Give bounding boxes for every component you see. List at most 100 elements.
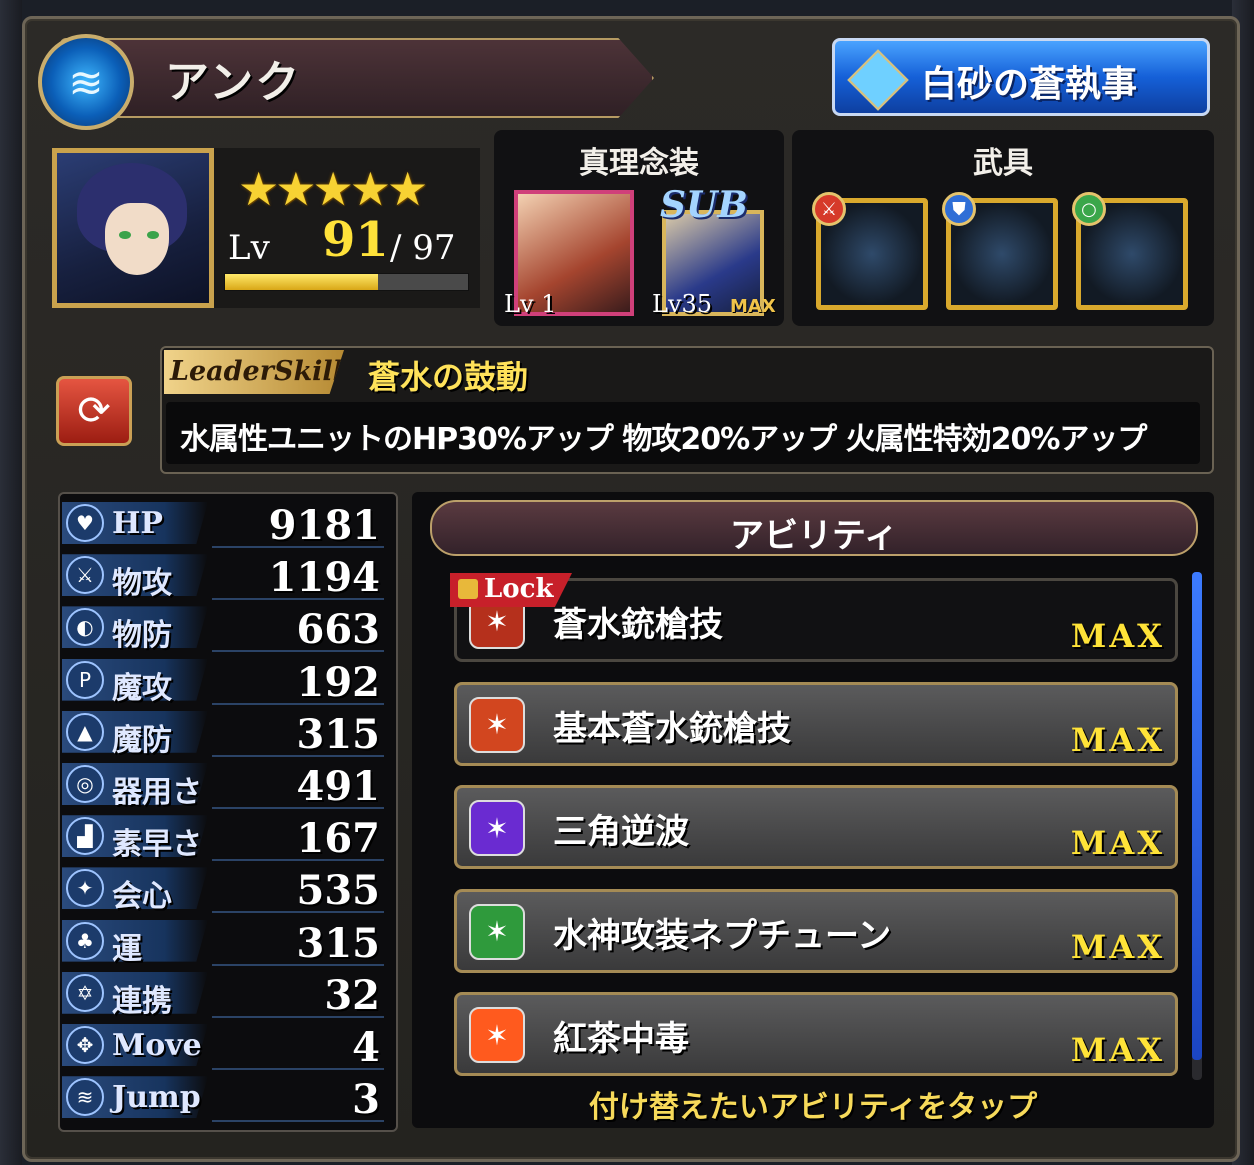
stat-label: HP — [112, 506, 163, 541]
ability-row[interactable]: ✶ 水神攻装ネプチューン MAX — [454, 888, 1178, 973]
equipment-heading: 武具 — [973, 146, 1033, 181]
stat-row: ▲ 魔防 315 — [62, 707, 388, 758]
ability-level: MAX — [1070, 617, 1165, 655]
stat-value: 32 — [324, 971, 380, 1019]
ability-scrollbar-thumb[interactable] — [1192, 572, 1202, 1060]
ability-row[interactable]: ✶ 三角逆波 MAX — [454, 785, 1178, 869]
stat-value: 535 — [296, 867, 381, 915]
stat-row: ▟ 素早さ 167 — [62, 811, 388, 863]
stat-divider — [212, 1068, 384, 1070]
shield-icon: ⛊ — [942, 192, 976, 226]
ability-name: 蒼水銃槍技 — [553, 605, 723, 645]
stat-label: 運 — [112, 931, 142, 967]
ability-name: 基本蒼水銃槍技 — [553, 708, 791, 749]
ability-row[interactable]: ✶ 基本蒼水銃槍技 MAX — [454, 681, 1178, 766]
ability-level: MAX — [1070, 1031, 1165, 1069]
stat-value: 9181 — [268, 502, 380, 549]
leader-skill-tag: LeaderSkill — [164, 350, 344, 394]
lock-icon — [458, 579, 478, 599]
left-screen-edge — [0, 0, 22, 1165]
ability-level: MAX — [1070, 927, 1165, 966]
water-element-icon: ≋ — [38, 34, 134, 130]
stat-label: 器用さ — [112, 775, 202, 810]
ability-header: アビリティ — [430, 500, 1198, 556]
ability-heading: アビリティ — [730, 516, 898, 556]
leader-skill-description-box: 水属性ユニットのHP30%アップ 物攻20%アップ 火属性特効20%アップ — [166, 402, 1200, 464]
title-label: 白砂の蒼執事 — [921, 64, 1138, 105]
stat-icon: ▲ — [66, 712, 104, 751]
ability-hint: 付け替えたいアビリティをタップ — [588, 1090, 1038, 1125]
stat-divider — [212, 911, 384, 914]
stat-row: ♣ 運 315 — [62, 916, 388, 967]
level-progress-fill — [225, 274, 379, 290]
stat-icon: P — [66, 660, 104, 699]
stat-label: Jump — [112, 1080, 201, 1116]
stat-divider — [212, 1120, 384, 1123]
ability-name: 水神攻装ネプチューン — [553, 915, 892, 956]
stat-label: Move — [112, 1028, 202, 1063]
character-portrait[interactable] — [52, 148, 214, 308]
title-emblem-icon — [847, 49, 909, 111]
stat-icon: ⚔ — [66, 556, 104, 595]
stat-icon: ✥ — [66, 1026, 104, 1064]
stat-label: 魔攻 — [112, 670, 172, 706]
stat-divider — [212, 650, 384, 653]
refresh-button[interactable]: ⟳ — [56, 376, 132, 446]
stat-value: 3 — [352, 1076, 380, 1124]
stat-icon: ≋ — [66, 1078, 104, 1117]
ability-level: MAX — [1070, 720, 1165, 759]
stat-value: 167 — [296, 815, 381, 863]
stat-divider — [212, 546, 384, 548]
level-progress-bar — [224, 273, 469, 291]
sub-card-level: Lv35 — [652, 290, 713, 318]
ability-icon: ✶ — [469, 696, 525, 753]
stat-row: ⚔ 物攻 1194 — [62, 550, 388, 602]
stat-divider — [212, 598, 384, 601]
stat-icon: ◎ — [66, 765, 104, 803]
level-max: / 97 — [390, 228, 456, 268]
leader-skill-name: 蒼水の鼓動 — [368, 358, 529, 396]
rarity-stars: ★★★★★ — [238, 162, 428, 216]
stat-row: P 魔攻 192 — [62, 655, 388, 706]
lock-label: Lock — [484, 574, 554, 604]
stat-label: 物防 — [112, 618, 172, 654]
lock-badge: Lock — [450, 573, 572, 607]
character-name: アンク — [165, 57, 302, 108]
portrait-eye — [119, 231, 131, 239]
stat-row: ≋ Jump 3 — [62, 1072, 388, 1124]
sword-icon: ⚔ — [812, 192, 846, 226]
stat-divider — [212, 963, 384, 966]
stat-value: 315 — [296, 710, 381, 758]
stat-label: 連携 — [112, 983, 172, 1019]
stat-label: 会心 — [112, 879, 172, 915]
ability-scrollbar[interactable] — [1192, 572, 1202, 1080]
stat-value: 1194 — [268, 554, 380, 602]
stat-divider — [212, 807, 384, 809]
level-label: Lv — [228, 228, 270, 268]
ability-icon: ✶ — [469, 800, 525, 856]
ability-row[interactable]: ✶ 紅茶中毒 MAX — [454, 992, 1178, 1076]
ring-icon: ○ — [1072, 192, 1106, 226]
ability-icon: ✶ — [469, 1007, 525, 1063]
main-card-level: Lv 1 — [504, 290, 557, 318]
leader-skill-description: 水属性ユニットのHP30%アップ 物攻20%アップ 火属性特効20%アップ — [180, 422, 1147, 457]
stat-label: 物攻 — [112, 566, 172, 602]
stat-row: ✡ 連携 32 — [62, 968, 388, 1019]
stat-row: ✥ Move 4 — [62, 1020, 388, 1071]
stat-divider — [212, 1015, 384, 1018]
ability-level: MAX — [1070, 824, 1165, 862]
stat-row: ◎ 器用さ 491 — [62, 759, 388, 810]
truth-gear-heading: 真理念装 — [579, 146, 699, 181]
leader-skill-tag-label: LeaderSkill — [170, 356, 343, 387]
title-button[interactable]: 白砂の蒼執事 — [832, 38, 1210, 116]
portrait-face — [105, 203, 169, 275]
ability-name: 三角逆波 — [553, 812, 689, 852]
stat-divider — [212, 702, 384, 705]
stat-row: ◐ 物防 663 — [62, 602, 388, 654]
ability-name: 紅茶中毒 — [553, 1019, 689, 1059]
stat-row: ♥ HP 9181 — [62, 498, 388, 549]
stat-value: 491 — [296, 763, 381, 810]
level-value: 91 — [322, 212, 389, 268]
portrait-eye — [147, 231, 159, 239]
stat-divider — [212, 754, 384, 757]
